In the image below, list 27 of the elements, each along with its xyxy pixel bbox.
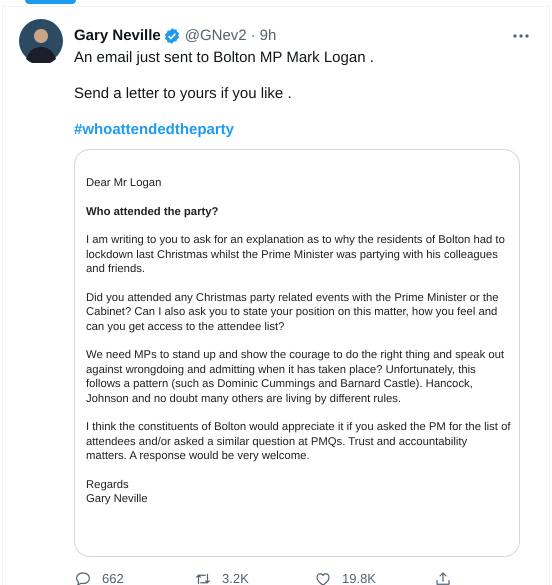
share-button[interactable] [434,570,452,585]
action-count: 3.2K [222,570,249,585]
letter-signature: Gary Neville [86,492,149,506]
letter-paragraph: Did you attended any Christmas party related events with the Prime Minister or the Cabinet? Can I also ask you to state your position on this matter, how you feel and can you get access to the attendee list? [86,290,500,334]
share-icon [434,570,452,585]
letter-paragraph: I think the constituents of Bolton would appreciate it if you asked the PM for the list of attendees and/or asked a similar question at PMQs. Trust and accountability matters. A response would be very welcome. [86,420,511,464]
selected-tab-indicator [25,0,76,4]
letter-paragraph: I am writing to you to ask for an explanation as to why the residents of Bolton had to lockdown last Christmas whilst the Prime Minister was partying with his colleagues and friends. [86,233,506,276]
letter-image[interactable] [74,149,520,557]
avatar [19,19,63,63]
letter-greeting: Dear Mr Logan [86,176,162,190]
action-count: 19.8K [342,570,376,585]
reply-button[interactable]: 662 [74,569,194,585]
more-icon[interactable] [513,34,529,38]
comment-icon [74,570,92,585]
post-text: An email just sent to Bolton MP Mark Logan . [74,49,375,67]
action-count: 662 [102,570,124,585]
separator-dot: · [250,26,256,46]
like-button[interactable]: 19.8K [314,569,434,585]
retweet-button[interactable]: 3.2K [194,569,314,585]
post-time[interactable]: 9h [260,26,276,46]
author-name[interactable]: Gary Neville [74,26,161,46]
letter-closing: Regards [86,478,130,492]
post-text: Send a letter to yours if you like . [74,85,293,103]
letter-paragraph: We need MPs to stand up and show the courage to do the right thing and speak out against wrongdoing and admitting when it has taken place? Unfortunately, this follows a pattern (such as Dominic Cummings and Barnard Castle). Hancock, Johnson and no doubt many others are living by different rules. [86,348,506,406]
letter-heading: Who attended the party? [86,204,220,219]
user-handle[interactable]: @GNev2 [184,26,247,46]
